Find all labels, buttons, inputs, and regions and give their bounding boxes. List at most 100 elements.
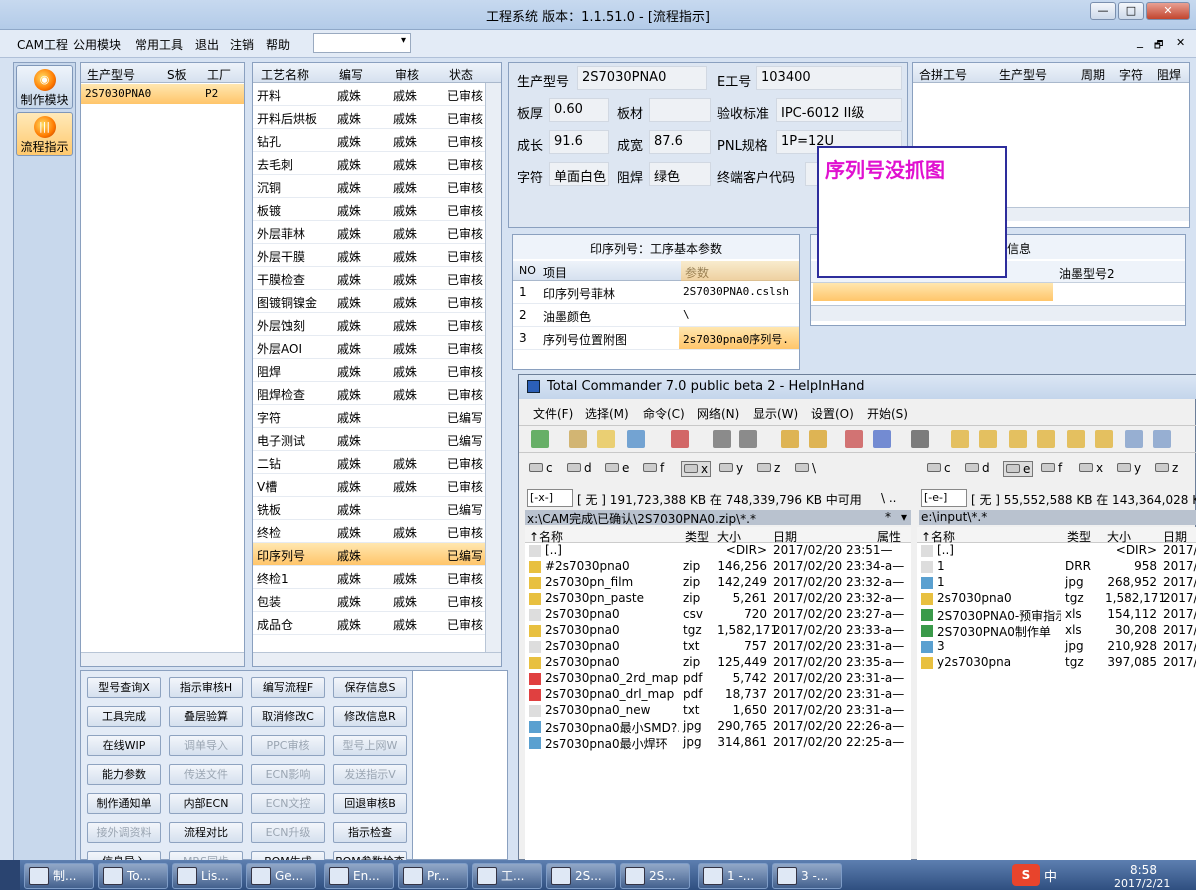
process-row[interactable]: 字符 戚姝 已编写 xyxy=(253,405,485,428)
file-row[interactable]: 1 jpg 268,952 2017/ xyxy=(917,575,1196,591)
action-button[interactable]: 型号查询X xyxy=(87,677,161,698)
taskbar-app[interactable]: 1 -... xyxy=(698,863,768,889)
file-row[interactable]: 2s7030pn_film zip 142,249 2017/02/20 23:32-… xyxy=(525,575,911,591)
vertical-scrollbar[interactable] xyxy=(485,83,501,652)
action-button[interactable]: 型号上网W xyxy=(333,735,407,756)
field-mask[interactable]: 绿色 xyxy=(649,162,711,186)
close-button[interactable]: ✕ xyxy=(1146,2,1190,20)
file-row[interactable]: 2s7030pna0_drl_map pdf 18,737 2017/02/20 23… xyxy=(525,687,911,703)
tc-menu-view[interactable]: 显示(W) xyxy=(753,405,798,422)
drive-button[interactable]: e xyxy=(1003,461,1034,477)
file-row[interactable]: [..] <DIR> 2017/ xyxy=(917,543,1196,559)
param-row[interactable]: 2 油墨颜色 \ xyxy=(513,304,799,327)
drive-button[interactable]: d xyxy=(567,461,592,475)
mdi-minimize-button[interactable]: _ xyxy=(1137,34,1143,48)
process-row[interactable]: 开料后烘板 戚姝 戚姝 已审核 xyxy=(253,106,485,129)
process-row[interactable]: 阻焊检查 戚姝 戚姝 已审核 xyxy=(253,382,485,405)
drive-button[interactable]: c xyxy=(927,461,951,475)
taskbar-app[interactable]: Pr... xyxy=(398,863,468,889)
up-icon[interactable] xyxy=(979,430,997,448)
tc-left-filter[interactable]: * xyxy=(885,510,891,524)
nav-process-guide[interactable]: ||| 流程指示 xyxy=(16,112,73,156)
process-row[interactable]: 电子测试 戚姝 已编写 xyxy=(253,428,485,451)
field-thickness[interactable]: 0.60 xyxy=(549,98,609,122)
action-button[interactable]: 内部ECN xyxy=(169,793,243,814)
horizontal-scrollbar[interactable] xyxy=(811,305,1185,321)
drive-button[interactable]: f xyxy=(1041,461,1062,475)
action-button[interactable]: 指示审核H xyxy=(169,677,243,698)
file-row[interactable]: 2s7030pna0_2rd_map pdf 5,742 2017/02/20 23:… xyxy=(525,671,911,687)
drive-button[interactable]: d xyxy=(965,461,990,475)
tc-menu-config[interactable]: 设置(O) xyxy=(811,405,854,422)
field-length[interactable]: 91.6 xyxy=(549,130,609,154)
file-row[interactable]: 2s7030pna0 tgz 1,582,171 2017/02/20 23:33-a… xyxy=(525,623,911,639)
drive-button[interactable]: \ xyxy=(795,461,816,475)
action-button[interactable]: 制作通知单 xyxy=(87,793,161,814)
refresh-icon[interactable] xyxy=(531,430,549,448)
file-row[interactable]: 2s7030pna0 zip 125,449 2017/02/20 23:35-a— xyxy=(525,655,911,671)
drive-button[interactable]: y xyxy=(719,461,743,475)
search-icon[interactable] xyxy=(911,430,929,448)
model-row[interactable]: 2S7030PNA0 P2 xyxy=(81,84,244,104)
ime-mode[interactable]: 中 xyxy=(1044,866,1057,885)
drive-button[interactable]: x xyxy=(681,461,712,477)
field-standard[interactable]: IPC-6012 II级 xyxy=(776,98,902,122)
drive-button[interactable]: f xyxy=(643,461,664,475)
tc-right-path[interactable]: e:\input\*.* xyxy=(919,510,1196,525)
file-row[interactable]: y2s7030pna tgz 397,085 2017/ xyxy=(917,655,1196,671)
horizontal-scrollbar[interactable] xyxy=(81,652,244,666)
forward-icon[interactable] xyxy=(739,430,757,448)
drive-button[interactable]: c xyxy=(529,461,553,475)
ime-logo-icon[interactable]: S xyxy=(1012,864,1040,886)
folder-copy-icon[interactable] xyxy=(1037,430,1055,448)
action-button[interactable]: PPC审核 xyxy=(251,735,325,756)
new-folder-icon[interactable] xyxy=(1095,430,1113,448)
taskbar-app[interactable]: 2S... xyxy=(620,863,690,889)
taskbar-app[interactable]: Lis... xyxy=(172,863,242,889)
menu-public[interactable]: 公用模块 xyxy=(73,36,121,53)
process-row[interactable]: 钻孔 戚姝 戚姝 已审核 xyxy=(253,129,485,152)
menu-help[interactable]: 帮助 xyxy=(266,36,290,53)
tc-left-path-sep[interactable]: \ .. xyxy=(881,491,897,505)
tc-menu-select[interactable]: 选择(M) xyxy=(585,405,629,422)
param-row[interactable]: 1 印序列号菲林 2S7030PNA0.cslsh xyxy=(513,281,799,304)
process-row[interactable]: 去毛刺 戚姝 戚姝 已审核 xyxy=(253,152,485,175)
taskbar-app[interactable]: 制... xyxy=(24,863,94,889)
start-button[interactable] xyxy=(0,860,20,890)
process-row[interactable]: 外层蚀刻 戚姝 戚姝 已审核 xyxy=(253,313,485,336)
file-row[interactable]: 2s7030pn_paste zip 5,261 2017/02/20 23:32-a… xyxy=(525,591,911,607)
mdi-close-button[interactable]: ✕ xyxy=(1176,36,1185,49)
action-button[interactable]: 保存信息S xyxy=(333,677,407,698)
taskbar-app[interactable]: To... xyxy=(98,863,168,889)
clock-time[interactable]: 8:58 xyxy=(1130,863,1157,877)
process-row[interactable]: 终检 戚姝 戚姝 已审核 xyxy=(253,520,485,543)
drive-button[interactable]: y xyxy=(1117,461,1141,475)
process-row[interactable]: 沉铜 戚姝 戚姝 已审核 xyxy=(253,175,485,198)
tc-menu-net[interactable]: 网络(N) xyxy=(697,405,739,422)
mdi-restore-button[interactable]: 🗗 xyxy=(1154,38,1163,55)
file-row[interactable]: 2s7030pna0最小SMD?. jpg 290,765 2017/02/20 22… xyxy=(525,719,911,735)
process-row[interactable]: V槽 戚姝 戚姝 已审核 xyxy=(253,474,485,497)
action-button[interactable]: 修改信息R xyxy=(333,706,407,727)
taskbar-app[interactable]: 3 -... xyxy=(772,863,842,889)
tc-menu-file[interactable]: 文件(F) xyxy=(533,405,573,422)
file-row[interactable]: 2s7030pna0 csv 720 2017/02/20 23:27-a— xyxy=(525,607,911,623)
action-button[interactable]: 流程对比 xyxy=(169,822,243,843)
field-material[interactable] xyxy=(649,98,711,122)
ink-row[interactable] xyxy=(813,283,1053,301)
file-row[interactable]: 1 DRR 958 2017/ xyxy=(917,559,1196,575)
taskbar-app[interactable]: 2S... xyxy=(546,863,616,889)
compare-icon[interactable] xyxy=(1153,430,1171,448)
tc-left-path[interactable]: x:\CAM完成\已确认\2S7030PNA0.zip\*.* * ▾ xyxy=(525,510,911,526)
process-row[interactable]: 铣板 戚姝 已编写 xyxy=(253,497,485,520)
taskbar-app[interactable]: Ge... xyxy=(246,863,316,889)
action-button[interactable]: 接外调资料 xyxy=(87,822,161,843)
tc-left-drive-select[interactable]: [-x-] xyxy=(527,489,573,507)
tc-menu-command[interactable]: 命令(C) xyxy=(643,405,685,422)
file-row[interactable]: 2s7030pna0最小焊环 jpg 314,861 2017/02/20 22:25… xyxy=(525,735,911,751)
action-button[interactable]: 传送文件 xyxy=(169,764,243,785)
action-button[interactable]: 编写流程F xyxy=(251,677,325,698)
process-row[interactable]: 包装 戚姝 戚姝 已审核 xyxy=(253,589,485,612)
process-row[interactable]: 二钻 戚姝 戚姝 已审核 xyxy=(253,451,485,474)
action-button[interactable]: ECN升级 xyxy=(251,822,325,843)
